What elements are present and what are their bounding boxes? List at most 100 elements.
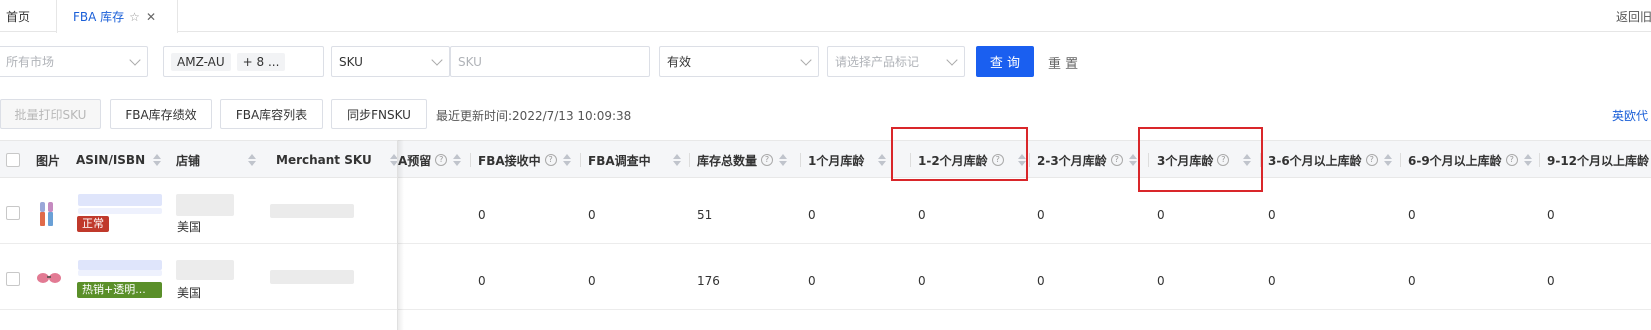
store-tag: AMZ-AU [171,52,231,71]
column-divider [1029,153,1030,167]
cell-age-2-3m: 0 [1037,274,1045,288]
sort-icon[interactable] [453,153,462,167]
table-row[interactable]: 热销+透明... 美国 0 0 176 0 0 0 0 0 0 0 [0,244,1651,310]
sort-icon[interactable] [248,153,257,167]
batch-print-sku-button[interactable]: 批量打印SKU [0,99,101,129]
help-icon[interactable]: ? [435,154,448,166]
last-update-time: 最近更新时间:2022/7/13 10:09:38 [436,109,632,123]
sku-search-input[interactable]: SKU [450,46,650,77]
select-all-checkbox[interactable] [6,153,20,167]
star-icon[interactable]: ☆ [129,10,140,24]
cell-age-3m: 0 [1157,274,1165,288]
cell-age-1m: 0 [808,274,816,288]
search-field-select[interactable]: SKU [331,46,450,77]
tab-home[interactable]: 首页 [6,8,30,25]
close-icon[interactable]: ✕ [146,10,156,24]
shop-country: 美国 [177,286,202,300]
cell-researching: 0 [588,274,596,288]
sort-icon[interactable] [1383,153,1392,167]
chevron-down-icon [800,54,812,66]
tab-label: FBA 库存 [73,10,125,24]
sort-icon[interactable] [153,153,162,167]
row-checkbox[interactable] [6,272,20,286]
cell-age-1-2m: 0 [918,274,926,288]
shop-name [176,260,234,280]
shop-country: 美国 [177,220,202,234]
col-researching[interactable]: FBA调查中 [588,141,681,179]
merchant-sku[interactable] [270,204,354,218]
sort-icon[interactable] [1523,153,1532,167]
col-age-6-9m[interactable]: 6-9个月以上库龄? [1408,141,1532,179]
fixed-column-shadow [398,140,404,330]
col-receiving[interactable]: FBA接收中? [478,141,571,179]
asin-text[interactable] [78,260,162,270]
cell-age-3m: 0 [1157,208,1165,222]
status-badge: 热销+透明... [77,282,162,298]
asin-text[interactable] [78,194,162,206]
row-checkbox[interactable] [6,206,20,220]
chevron-down-icon [431,54,443,66]
market-select[interactable]: 所有市场 [0,46,148,77]
sort-icon[interactable] [1128,153,1137,167]
column-divider [689,153,690,167]
col-asin[interactable]: ASIN/ISBN [76,141,162,179]
col-age-3-6m[interactable]: 3-6个月以上库龄? [1268,141,1392,179]
help-icon[interactable]: ? [1110,154,1123,166]
col-total[interactable]: 库存总数量? [697,141,788,179]
sort-icon[interactable] [562,153,571,167]
merchant-sku[interactable] [270,270,354,284]
market-placeholder: 所有市场 [6,55,55,69]
chevron-down-icon [946,54,958,66]
fba-performance-button[interactable]: FBA库存绩效 [110,99,212,129]
sku-placeholder: SKU [458,54,482,69]
reset-button[interactable]: 重 置 [1048,53,1078,72]
query-button[interactable]: 查 询 [976,46,1034,77]
cell-receiving: 0 [478,208,486,222]
cell-age-9-12m: 0 [1547,274,1555,288]
col-merchant-sku[interactable]: Merchant SKU [276,141,398,179]
col-age-1m[interactable]: 1个月库龄 [808,141,887,179]
sort-icon[interactable] [779,153,788,167]
eu-agent-link[interactable]: 英欧代 [1612,107,1648,124]
column-divider [1539,153,1540,167]
sort-icon[interactable] [672,153,681,167]
tab-fba-inventory[interactable]: FBA 库存 ☆ ✕ [56,0,178,33]
return-old-link[interactable]: 返回旧 [1616,8,1651,25]
tab-bar: 首页 FBA 库存 ☆ ✕ 返回旧 [0,0,1651,33]
chevron-down-icon [129,54,141,66]
cell-age-3-6m: 0 [1268,208,1276,222]
col-reserved[interactable]: A预留? [398,141,462,179]
help-icon[interactable]: ? [1365,154,1378,166]
fba-capacity-button[interactable]: FBA库容列表 [220,99,323,129]
status-badge: 正常 [77,216,109,232]
highlight-box-3m [1138,127,1263,192]
search-field-value: SKU [339,54,363,69]
sync-fnsku-button[interactable]: 同步FNSKU [331,99,427,129]
column-divider [470,153,471,167]
cell-age-6-9m: 0 [1408,208,1416,222]
col-shop[interactable]: 店铺 [176,141,257,179]
product-tag-placeholder: 请选择产品标记 [835,55,920,69]
store-multiselect[interactable]: AMZ-AU + 8 ... [163,46,324,77]
cell-total: 176 [697,274,720,288]
table-header: 图片 ASIN/ISBN 店铺 Merchant SKU A预留? FBA接收中… [0,140,1651,178]
sort-icon[interactable] [878,153,887,167]
help-icon[interactable]: ? [544,154,557,166]
col-age-9-12m[interactable]: 9-12个月以上库龄? [1547,141,1651,179]
cell-age-2-3m: 0 [1037,208,1045,222]
product-thumbnail[interactable] [36,270,62,286]
table-row[interactable]: 正常 美国 0 0 51 0 0 0 0 0 0 0 [0,178,1651,244]
highlight-box-1-2m [891,127,1028,181]
help-icon[interactable]: ? [761,154,774,166]
column-divider [800,153,801,167]
product-thumbnail[interactable] [36,200,58,228]
asin-text-blur [78,208,162,214]
status-select[interactable]: 有效 [659,46,819,77]
cell-age-6-9m: 0 [1408,274,1416,288]
cell-age-3-6m: 0 [1268,274,1276,288]
cell-age-9-12m: 0 [1547,208,1555,222]
product-tag-select[interactable]: 请选择产品标记 [827,46,965,77]
help-icon[interactable]: ? [1505,154,1518,166]
col-age-2-3m[interactable]: 2-3个月库龄? [1037,141,1137,179]
col-image: 图片 [36,153,61,168]
